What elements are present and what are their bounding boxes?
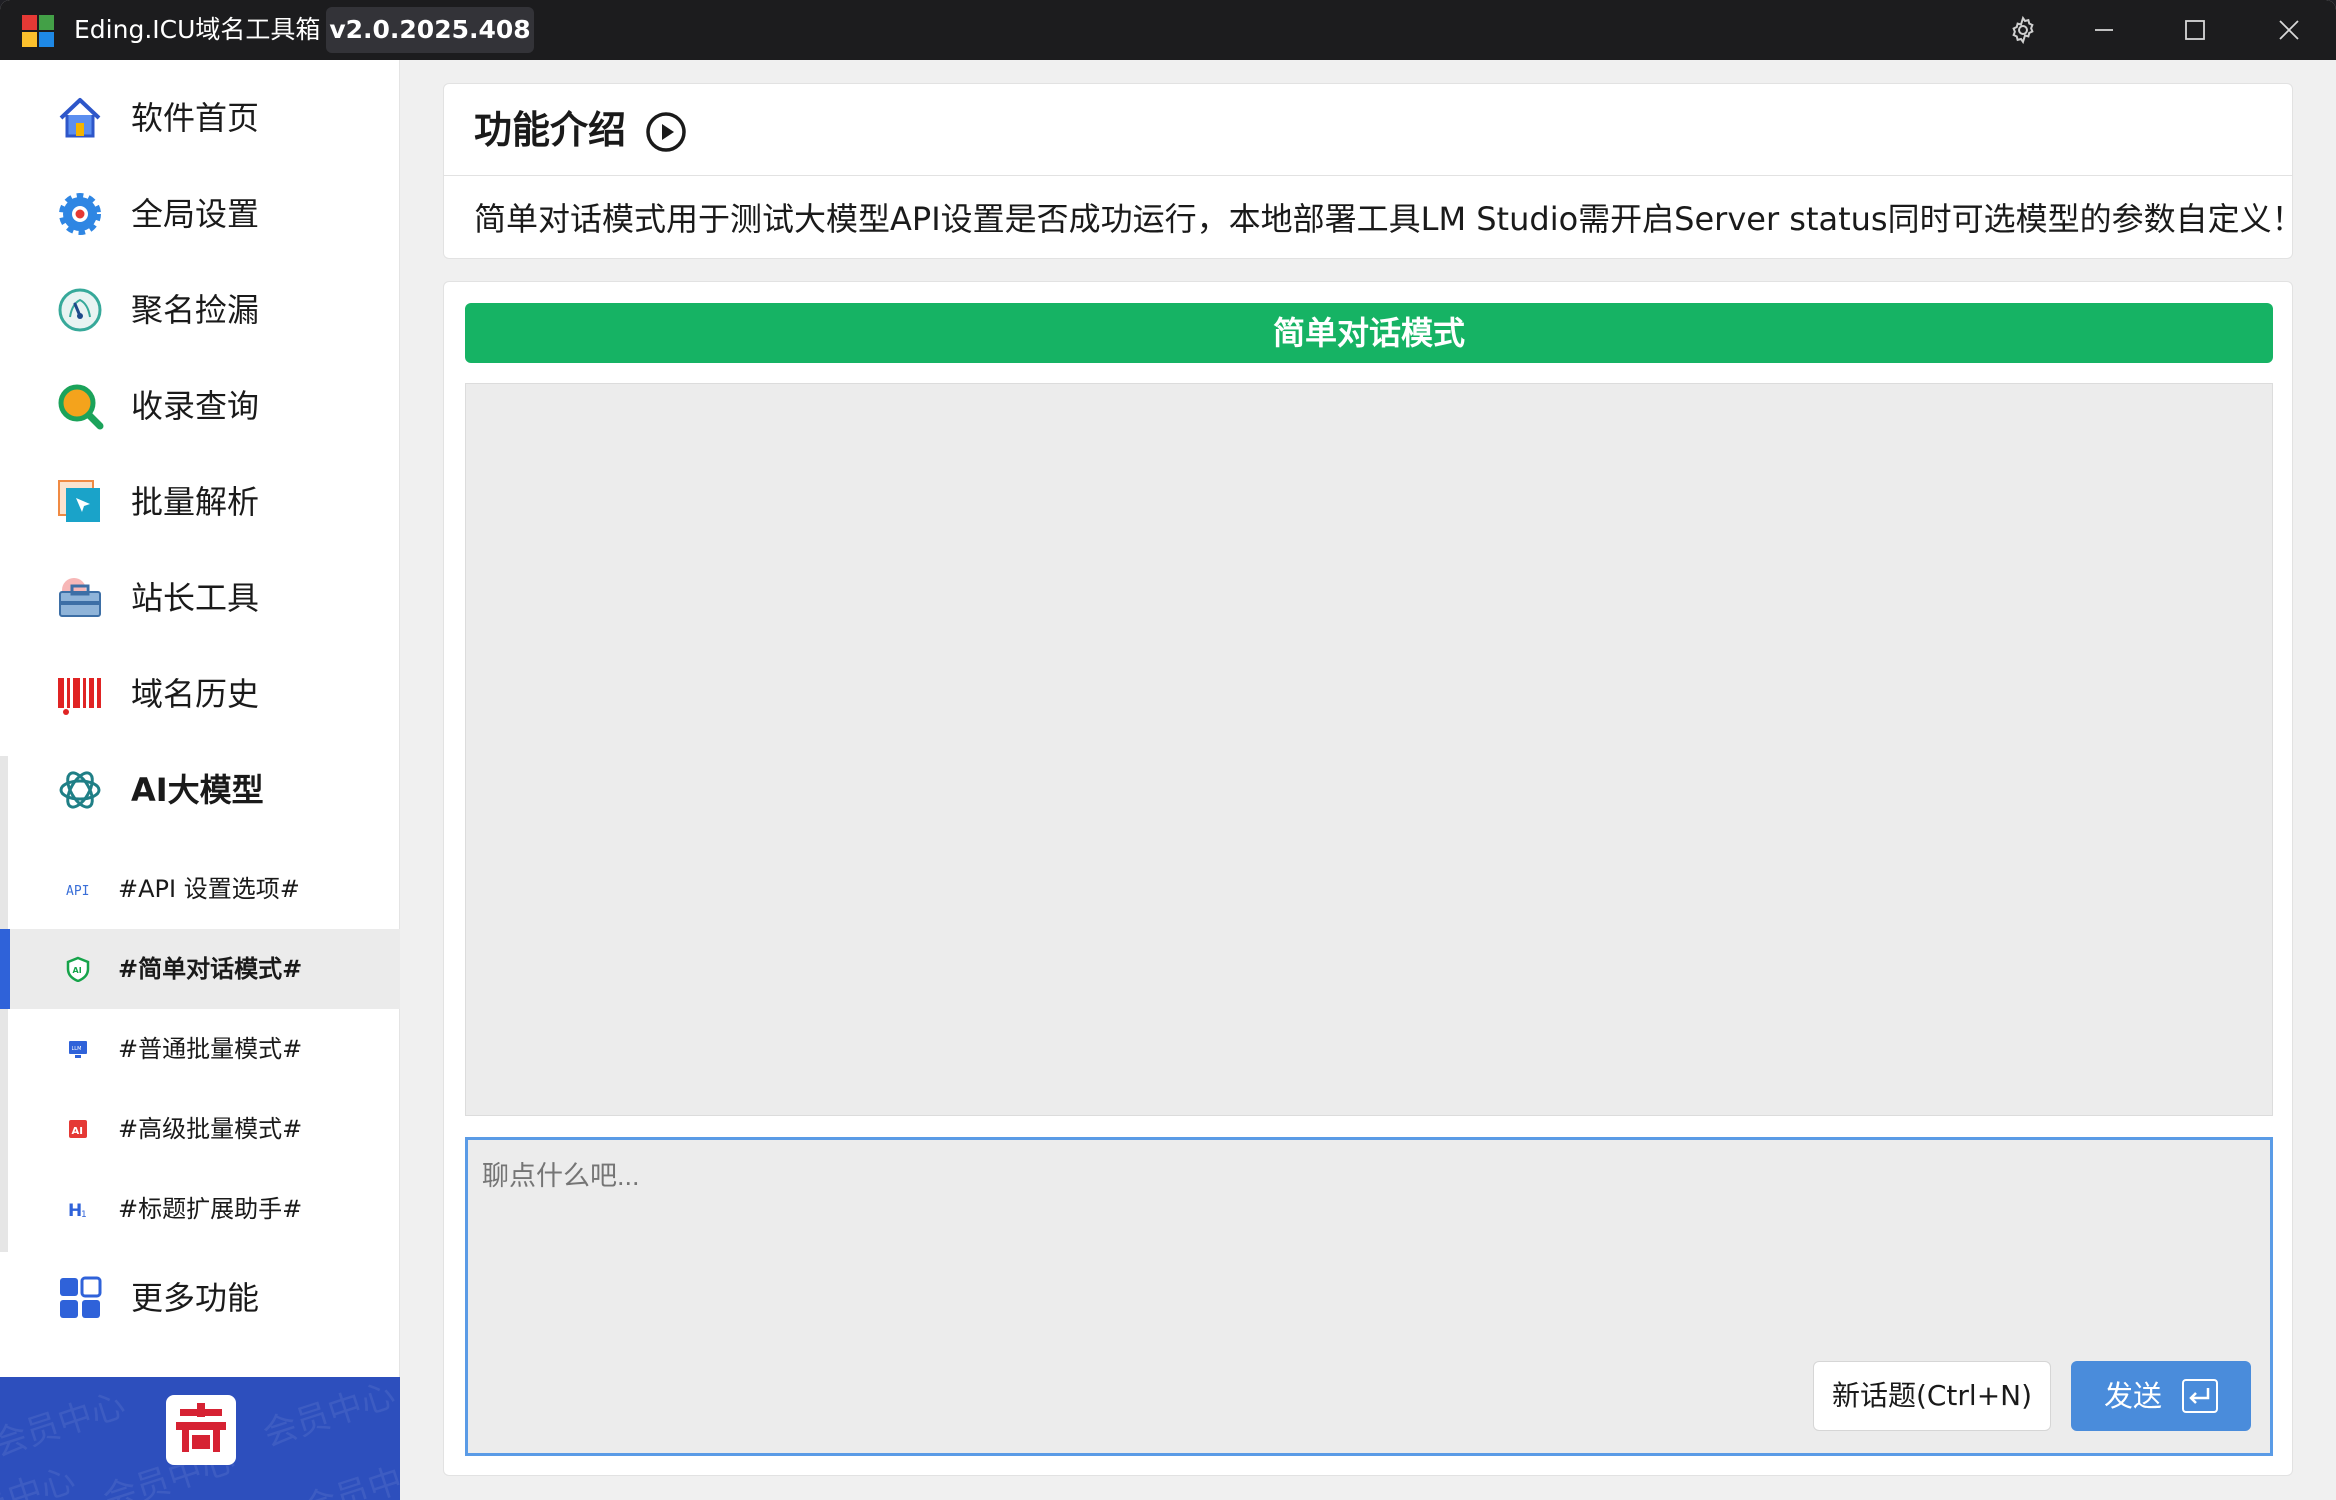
sidebar-item-index-query[interactable]: 收录查询 <box>0 358 400 454</box>
svg-text:AI: AI <box>72 1126 83 1137</box>
send-button-label: 发送 <box>2104 1379 2163 1413</box>
settings-button[interactable] <box>1983 0 2063 60</box>
llm-monitor-icon: LLM <box>69 1041 87 1058</box>
cursor-icon <box>58 480 100 522</box>
member-logo-icon[interactable] <box>166 1395 236 1465</box>
watermark-text: 会员中心 <box>298 1449 400 1500</box>
send-button[interactable]: 发送 <box>2071 1361 2251 1431</box>
play-circle-icon[interactable] <box>645 111 687 153</box>
sidebar-item-more[interactable]: 更多功能 <box>0 1250 400 1346</box>
svg-text:LLM: LLM <box>72 1046 82 1052</box>
feature-description: 简单对话模式用于测试大模型API设置是否成功运行，本地部署工具LM Studio… <box>474 200 2304 238</box>
gear-icon <box>2012 15 2034 45</box>
grid-icon <box>60 1276 102 1318</box>
sidebar-subitem-label: #API 设置选项# <box>118 875 300 903</box>
sidebar-item-webmaster-tools[interactable]: 站长工具 <box>0 550 400 646</box>
gear-icon <box>59 193 101 235</box>
chat-input[interactable] <box>482 1158 2182 1194</box>
ai-shield-icon: AI <box>66 956 90 982</box>
active-indicator <box>0 929 10 1009</box>
member-center-banner[interactable]: 会员中心 会员中心 会员中心 会员中心 会员中心 <box>0 1377 400 1500</box>
divider <box>444 175 2292 176</box>
app-title: Eding.ICU域名工具箱 <box>74 15 321 44</box>
new-topic-button[interactable]: 新话题(Ctrl+N) <box>1813 1361 2051 1431</box>
chat-history-area[interactable] <box>465 383 2273 1116</box>
page-title: 功能介绍 <box>474 108 627 152</box>
sidebar-subitem-label: #标题扩展助手# <box>118 1195 303 1223</box>
sidebar-item-batch-resolve[interactable]: 批量解析 <box>0 454 400 550</box>
sidebar-item-label: AI大模型 <box>131 771 264 809</box>
sidebar-item-label: 域名历史 <box>131 675 260 713</box>
sidebar-subitem-normal-batch[interactable]: LLM #普通批量模式# <box>0 1009 400 1089</box>
close-button[interactable] <box>2249 0 2329 60</box>
close-icon <box>2279 20 2299 40</box>
sidebar-item-label: 全局设置 <box>131 195 260 233</box>
sidebar-item-label: 聚名捡漏 <box>131 291 260 329</box>
chat-panel: 简单对话模式 新话题(Ctrl+N) 发送 <box>443 281 2293 1476</box>
svg-text:1: 1 <box>81 1210 87 1220</box>
svg-text:AI: AI <box>73 966 82 975</box>
sidebar-item-juming[interactable]: 聚名捡漏 <box>0 262 400 358</box>
title-bar: Eding.ICU域名工具箱 v2.0.2025.408 <box>0 0 2336 60</box>
watermark-text: 会员中心 <box>258 1377 400 1455</box>
heading-icon: H 1 <box>68 1201 87 1221</box>
api-icon: API <box>66 884 89 899</box>
svg-text:API: API <box>66 884 89 899</box>
minimize-button[interactable] <box>2064 0 2144 60</box>
maximize-icon <box>2185 20 2205 40</box>
sidebar-item-ai-models[interactable]: AI大模型 <box>0 742 400 838</box>
sidebar-subitem-label: #简单对话模式# <box>118 955 303 983</box>
chat-input-container[interactable]: 新话题(Ctrl+N) 发送 <box>465 1137 2273 1456</box>
version-badge: v2.0.2025.408 <box>326 7 534 53</box>
app-window: Eding.ICU域名工具箱 v2.0.2025.408 软件首页 全局设置 聚… <box>0 0 2336 1500</box>
app-logo-icon <box>22 15 54 47</box>
sidebar-subitem-api-settings[interactable]: API #API 设置选项# <box>0 849 400 929</box>
enter-key-icon <box>2182 1379 2218 1413</box>
home-icon <box>59 98 101 138</box>
toolbox-icon <box>59 578 101 617</box>
sidebar-item-label: 软件首页 <box>131 99 260 137</box>
sidebar-item-label: 更多功能 <box>131 1279 260 1317</box>
sidebar-subitem-advanced-batch[interactable]: AI #高级批量模式# <box>0 1089 400 1169</box>
maximize-button[interactable] <box>2155 0 2235 60</box>
sidebar-item-label: 站长工具 <box>131 579 260 617</box>
search-icon <box>58 384 104 430</box>
ai-badge-icon: AI <box>69 1120 87 1138</box>
sidebar-item-label: 批量解析 <box>131 483 260 521</box>
dashboard-icon <box>58 288 102 332</box>
chat-mode-header: 简单对话模式 <box>465 303 2273 363</box>
barcode-icon <box>58 678 101 715</box>
minimize-icon <box>2095 29 2113 31</box>
sidebar-subitem-label: #普通批量模式# <box>118 1035 303 1063</box>
sidebar-item-settings[interactable]: 全局设置 <box>0 166 400 262</box>
sidebar-subitem-label: #高级批量模式# <box>118 1115 303 1143</box>
sidebar-item-home[interactable]: 软件首页 <box>0 70 400 166</box>
sidebar-item-domain-history[interactable]: 域名历史 <box>0 646 400 742</box>
feature-intro-card: 功能介绍 简单对话模式用于测试大模型API设置是否成功运行，本地部署工具LM S… <box>443 83 2304 259</box>
sidebar: 软件首页 全局设置 聚名捡漏 收录查询 批量解析 站长工具 域名历史 AI大模型… <box>0 60 400 1500</box>
sidebar-subitem-title-expand[interactable]: H 1 #标题扩展助手# <box>0 1169 400 1249</box>
sidebar-subitem-simple-chat[interactable]: AI #简单对话模式# <box>0 929 400 1009</box>
openai-icon <box>59 771 101 809</box>
sidebar-item-label: 收录查询 <box>131 387 260 425</box>
